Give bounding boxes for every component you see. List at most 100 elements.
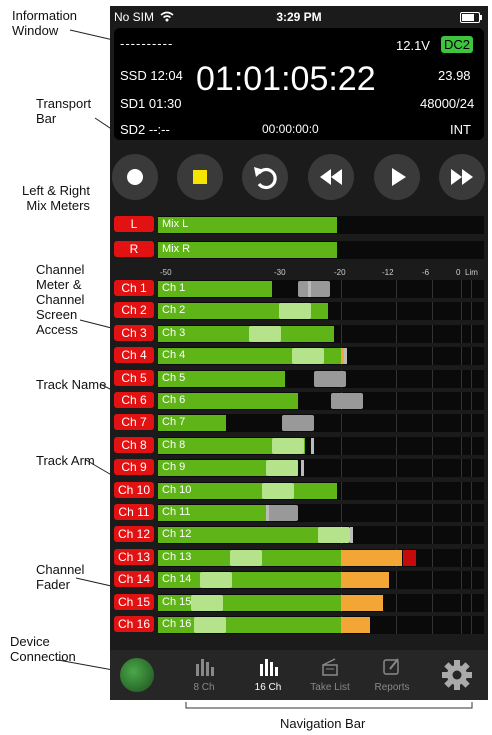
- channel-meter[interactable]: Ch 5: [158, 369, 484, 388]
- channel-row[interactable]: Ch 12 Ch 12: [110, 526, 488, 545]
- channel-fader[interactable]: [272, 437, 305, 454]
- channel-row[interactable]: Ch 9 Ch 9: [110, 459, 488, 478]
- channel-meter[interactable]: Ch 10: [158, 481, 484, 500]
- mix-r-track[interactable]: Mix R: [158, 241, 484, 259]
- channel-row[interactable]: Ch 10 Ch 10: [110, 481, 488, 500]
- record-button[interactable]: [112, 154, 158, 200]
- track-arm-button[interactable]: Ch 3: [114, 324, 154, 341]
- channel-meter[interactable]: Ch 11: [158, 504, 484, 522]
- nav-8ch[interactable]: 8 Ch: [174, 654, 234, 696]
- channel-meter[interactable]: Ch 16: [158, 616, 484, 634]
- channel-row[interactable]: Ch 4 Ch 4: [110, 347, 488, 366]
- channel-fader[interactable]: [249, 325, 282, 342]
- track-name[interactable]: Ch 1: [162, 282, 185, 294]
- track-arm-button[interactable]: Ch 5: [114, 369, 154, 386]
- channel-meter[interactable]: Ch 12: [158, 526, 484, 545]
- channel-row[interactable]: Ch 16 Ch 16: [110, 616, 488, 634]
- track-arm-button[interactable]: Ch 15: [114, 593, 154, 610]
- track-name[interactable]: Ch 12: [162, 528, 191, 540]
- stop-button[interactable]: [177, 154, 223, 200]
- track-name[interactable]: Ch 4: [162, 349, 185, 361]
- rewind-button[interactable]: [308, 154, 354, 200]
- loop-button[interactable]: [242, 154, 288, 200]
- track-arm-button[interactable]: Ch 4: [114, 347, 154, 364]
- nav-16ch[interactable]: 16 Ch: [238, 654, 298, 696]
- track-arm-button[interactable]: Ch 11: [114, 504, 154, 520]
- channel-fader[interactable]: [314, 370, 347, 387]
- channel-fader[interactable]: [278, 303, 311, 320]
- fast-forward-button[interactable]: [439, 154, 485, 200]
- channel-meter[interactable]: Ch 3: [158, 324, 484, 343]
- channel-meter[interactable]: Ch 13: [158, 548, 484, 567]
- meter-gridline: [470, 616, 472, 634]
- track-arm-button[interactable]: Ch 13: [114, 548, 154, 565]
- channel-row[interactable]: Ch 1 Ch 1: [110, 280, 488, 298]
- channel-meter[interactable]: Ch 15: [158, 593, 484, 612]
- track-name[interactable]: Ch 10: [162, 484, 191, 496]
- channel-row[interactable]: Ch 6 Ch 6: [110, 392, 488, 410]
- channel-meter[interactable]: Ch 14: [158, 571, 484, 590]
- channel-fader[interactable]: [265, 505, 298, 521]
- channel-fader[interactable]: [229, 549, 262, 566]
- channel-fader[interactable]: [265, 460, 298, 477]
- track-arm-button[interactable]: Ch 8: [114, 436, 154, 453]
- track-arm-button[interactable]: Ch 16: [114, 616, 154, 632]
- channel-fader[interactable]: [281, 415, 314, 432]
- track-name[interactable]: Ch 3: [162, 327, 185, 339]
- channel-row[interactable]: Ch 3 Ch 3: [110, 324, 488, 343]
- information-window[interactable]: ---------- 12.1V DC2 SSD 12:04 SD1 01:30…: [114, 28, 484, 140]
- mix-meter-right[interactable]: R Mix R: [110, 241, 488, 259]
- track-name[interactable]: Ch 8: [162, 439, 185, 451]
- channel-row[interactable]: Ch 14 Ch 14: [110, 571, 488, 590]
- track-arm-button[interactable]: Ch 6: [114, 392, 154, 408]
- gear-icon[interactable]: [440, 658, 474, 692]
- channel-row[interactable]: Ch 13 Ch 13: [110, 548, 488, 567]
- channel-meter[interactable]: Ch 6: [158, 392, 484, 410]
- device-connection-icon[interactable]: [120, 658, 154, 692]
- mix-l-track[interactable]: Mix L: [158, 216, 484, 234]
- track-arm-button[interactable]: Ch 14: [114, 571, 154, 588]
- nav-take-list[interactable]: Take List: [300, 654, 360, 696]
- track-name[interactable]: Ch 15: [162, 596, 191, 608]
- channel-meter[interactable]: Ch 2: [158, 302, 484, 321]
- mix-l-button[interactable]: L: [114, 216, 154, 232]
- track-name[interactable]: Ch 14: [162, 573, 191, 585]
- channel-meter[interactable]: Ch 8: [158, 436, 484, 455]
- channel-row[interactable]: Ch 2 Ch 2: [110, 302, 488, 321]
- channel-fader[interactable]: [291, 348, 324, 365]
- channel-fader[interactable]: [193, 617, 226, 633]
- channel-meter[interactable]: Ch 9: [158, 459, 484, 478]
- track-arm-button[interactable]: Ch 7: [114, 414, 154, 431]
- channel-fader[interactable]: [317, 527, 350, 544]
- nav-reports[interactable]: Reports: [362, 654, 422, 696]
- track-arm-button[interactable]: Ch 12: [114, 526, 154, 543]
- channel-row[interactable]: Ch 15 Ch 15: [110, 593, 488, 612]
- track-arm-button[interactable]: Ch 2: [114, 302, 154, 319]
- channel-fader[interactable]: [330, 393, 363, 409]
- channel-row[interactable]: Ch 5 Ch 5: [110, 369, 488, 388]
- channel-fader[interactable]: [298, 281, 331, 297]
- track-name[interactable]: Ch 11: [162, 506, 191, 518]
- play-button[interactable]: [374, 154, 420, 200]
- channel-row[interactable]: Ch 11 Ch 11: [110, 504, 488, 522]
- channel-fader[interactable]: [190, 594, 223, 611]
- track-arm-button[interactable]: Ch 9: [114, 459, 154, 476]
- track-name[interactable]: Ch 13: [162, 551, 191, 563]
- channel-meter[interactable]: Ch 4: [158, 347, 484, 366]
- channel-fader[interactable]: [262, 482, 295, 499]
- track-arm-button[interactable]: Ch 10: [114, 481, 154, 498]
- track-name[interactable]: Ch 5: [162, 372, 185, 384]
- channel-meter[interactable]: Ch 7: [158, 414, 484, 433]
- track-name[interactable]: Ch 9: [162, 461, 185, 473]
- channel-row[interactable]: Ch 7 Ch 7: [110, 414, 488, 433]
- track-name[interactable]: Ch 7: [162, 416, 185, 428]
- channel-meter[interactable]: Ch 1: [158, 280, 484, 298]
- track-name[interactable]: Ch 16: [162, 618, 191, 630]
- track-name[interactable]: Ch 6: [162, 394, 185, 406]
- channel-row[interactable]: Ch 8 Ch 8: [110, 436, 488, 455]
- track-name[interactable]: Ch 2: [162, 304, 185, 316]
- mix-meter-left[interactable]: L Mix L: [110, 216, 488, 234]
- channel-fader[interactable]: [200, 572, 233, 589]
- track-arm-button[interactable]: Ch 1: [114, 280, 154, 296]
- mix-r-button[interactable]: R: [114, 241, 154, 257]
